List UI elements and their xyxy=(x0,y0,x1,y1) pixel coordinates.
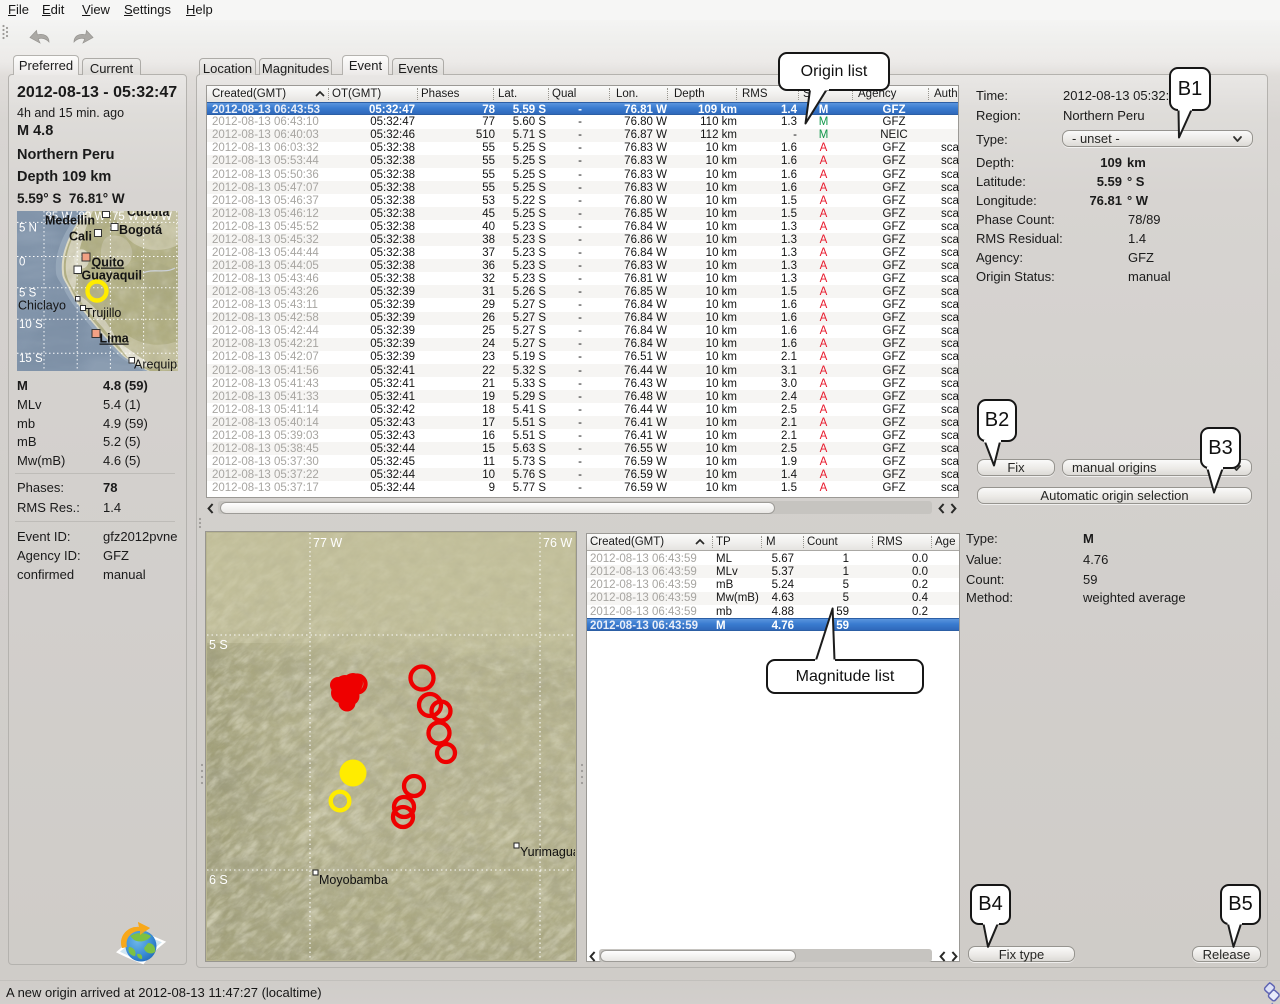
svg-text:6 S: 6 S xyxy=(209,873,228,887)
svg-text:Lima: Lima xyxy=(100,332,130,346)
svg-text:5 N: 5 N xyxy=(19,223,37,235)
svg-text:Bogotá: Bogotá xyxy=(119,223,162,237)
svg-text:Guayaquil: Guayaquil xyxy=(82,269,142,283)
svg-text:76 W: 76 W xyxy=(543,536,572,550)
svg-text:Yurimagua: Yurimagua xyxy=(520,845,575,859)
svg-text:Chiclayo: Chiclayo xyxy=(18,299,66,313)
svg-text:77 W: 77 W xyxy=(313,536,342,550)
svg-text:Quito: Quito xyxy=(92,256,125,270)
svg-text:15 S: 15 S xyxy=(19,353,43,365)
svg-text:Medellin: Medellin xyxy=(45,214,95,228)
svg-text:Cali: Cali xyxy=(69,230,92,244)
svg-text:0: 0 xyxy=(19,257,25,269)
svg-text:Trujillo: Trujillo xyxy=(85,306,121,320)
svg-text:5 S: 5 S xyxy=(209,638,228,652)
svg-text:Arequip.: Arequip. xyxy=(134,358,178,372)
svg-text:Moyobamba: Moyobamba xyxy=(319,873,388,887)
svg-text:Cucuta: Cucuta xyxy=(127,211,170,219)
svg-text:10 S: 10 S xyxy=(19,319,43,331)
